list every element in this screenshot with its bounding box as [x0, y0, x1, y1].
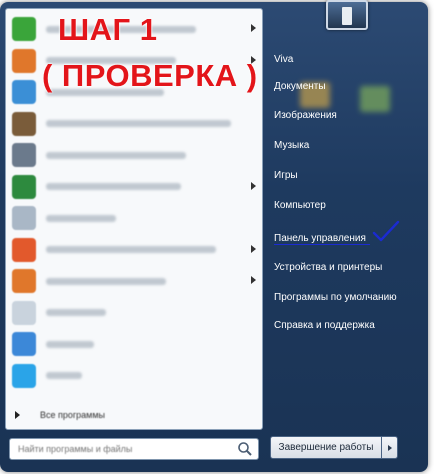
submenu-arrow-icon[interactable] [251, 24, 256, 32]
step-caption: ШАГ 1 [58, 12, 158, 47]
submenu-arrow-icon[interactable] [251, 181, 256, 190]
program-item[interactable] [6, 360, 262, 392]
program-item[interactable] [6, 234, 262, 266]
shutdown-button[interactable]: Завершение работы [270, 436, 382, 459]
firefox-icon [12, 48, 36, 73]
control-panel-underline [274, 244, 370, 245]
submenu-arrow-icon[interactable] [251, 276, 256, 284]
search-input[interactable] [10, 444, 236, 454]
green-app-icon [12, 17, 36, 41]
blue-app-icon [12, 332, 36, 356]
right-menu-item[interactable]: Изображения [268, 102, 418, 128]
program-item[interactable] [6, 297, 262, 329]
program-label-blurred [46, 183, 181, 190]
all-programs-label: Все программы [40, 410, 106, 420]
step-subcaption: ( ПРОВЕРКА ) [42, 58, 258, 93]
program-label-blurred [46, 340, 94, 348]
excel-icon [12, 174, 36, 199]
program-label-blurred [46, 277, 166, 285]
document-icon [12, 300, 36, 325]
shield-app-icon [12, 111, 36, 136]
search-icon[interactable] [236, 440, 254, 458]
program-item[interactable] [6, 139, 262, 171]
program-item[interactable] [6, 328, 262, 360]
program-item[interactable] [6, 265, 262, 297]
program-label-blurred [46, 120, 231, 127]
program-label-blurred [46, 372, 82, 379]
arrow-right-icon [15, 411, 20, 419]
user-avatar[interactable] [326, 0, 368, 30]
program-item[interactable] [6, 202, 262, 234]
all-programs-button[interactable]: Все программы [5, 402, 263, 428]
right-menu-item[interactable]: Справка и поддержка [268, 312, 418, 338]
right-menu-item[interactable]: Программы по умолчанию [268, 284, 418, 310]
submenu-arrow-icon[interactable] [251, 244, 256, 253]
right-menu-item[interactable]: Игры [268, 162, 418, 188]
skype-icon [12, 363, 36, 388]
search-box[interactable] [9, 438, 259, 460]
globe-app-icon [12, 143, 36, 167]
program-item[interactable] [6, 171, 262, 203]
program-label-blurred [46, 151, 186, 159]
right-menu-item[interactable]: Компьютер [268, 192, 418, 218]
right-menu-item[interactable]: Устройства и принтеры [268, 254, 418, 280]
right-menu-item[interactable]: Документы [268, 73, 418, 99]
right-menu-item[interactable]: Viva [268, 46, 418, 72]
powerpoint-icon [12, 237, 36, 262]
program-label-blurred [46, 214, 116, 222]
right-menu-item[interactable]: Музыка [268, 132, 418, 158]
calculator-icon [12, 206, 36, 230]
program-label-blurred [46, 246, 216, 253]
shutdown-options-button[interactable] [381, 436, 398, 459]
bird-app-icon [12, 80, 36, 104]
avatar-glyph [342, 7, 352, 25]
program-item[interactable] [6, 108, 262, 140]
firefox-icon [12, 269, 36, 293]
program-label-blurred [46, 309, 106, 316]
checkmark-icon [372, 220, 400, 242]
arrow-right-icon [387, 444, 392, 451]
